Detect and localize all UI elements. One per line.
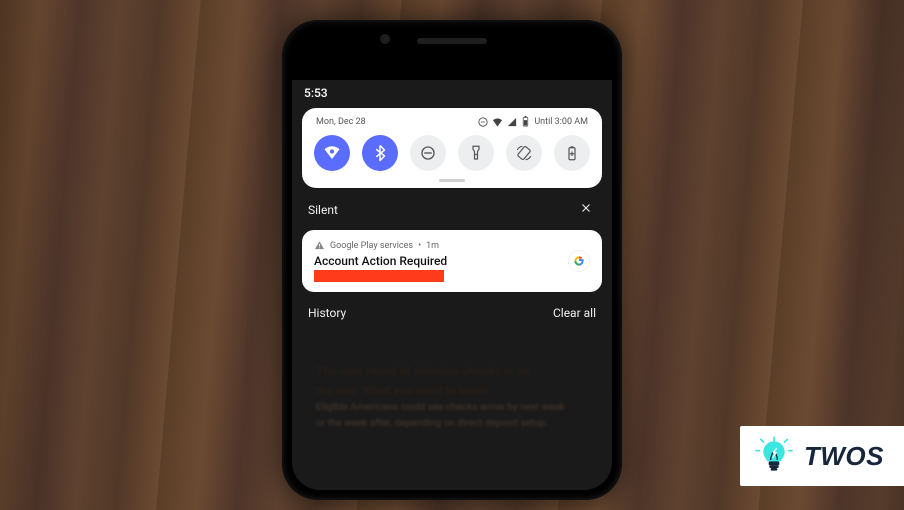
history-label[interactable]: History <box>308 306 346 320</box>
qs-tile-wifi[interactable] <box>314 135 350 171</box>
qs-tile-dnd[interactable] <box>410 135 446 171</box>
qs-date: Mon, Dec 28 <box>316 117 366 127</box>
notification-app-name: Google Play services <box>330 241 413 251</box>
dnd-indicator-icon <box>478 117 488 127</box>
close-icon <box>580 202 592 214</box>
flashlight-icon <box>467 144 485 162</box>
qs-status-icons: Until 3:00 AM <box>478 116 588 127</box>
notification-title: Account Action Required <box>314 254 558 268</box>
phone-camera <box>380 34 390 44</box>
battery-status-icon <box>521 116 530 127</box>
quick-settings-panel[interactable]: Mon, Dec 28 Until 3:00 AM <box>302 108 602 188</box>
qs-dnd-until: Until 3:00 AM <box>534 117 588 127</box>
blurred-line-2: the way. What you need to know. <box>316 381 588 400</box>
phone-body: 5:53 Mon, Dec 28 Until 3:00 AM <box>292 30 612 490</box>
qs-tile-battery-saver[interactable] <box>554 135 590 171</box>
auto-rotate-icon <box>515 144 533 162</box>
battery-saver-icon <box>563 144 581 162</box>
lightbulb-icon <box>754 436 794 476</box>
notification-redacted-body <box>314 270 444 282</box>
signal-status-icon <box>507 117 517 127</box>
blurred-line-1: The next round of stimulus checks is on <box>316 362 588 381</box>
warning-icon <box>314 240 325 251</box>
quick-settings-header: Mon, Dec 28 Until 3:00 AM <box>312 116 592 133</box>
blurred-line-3: Eligible Americans could see checks arri… <box>316 400 588 416</box>
phone-speaker <box>417 38 487 44</box>
notification-header: Google Play services • 1m <box>314 240 558 251</box>
blurred-line-4: or the week after, depending on direct d… <box>316 416 588 432</box>
clear-all-button[interactable]: Clear all <box>553 306 596 320</box>
notification-age: 1m <box>426 241 439 251</box>
wifi-status-icon <box>492 117 503 127</box>
watermark-badge: TWOS <box>740 426 904 486</box>
wifi-icon <box>323 144 341 162</box>
quick-settings-tiles <box>312 133 592 173</box>
qs-tile-flashlight[interactable] <box>458 135 494 171</box>
bluetooth-icon <box>371 144 389 162</box>
blurred-background-content: The next round of stimulus checks is on … <box>306 352 598 442</box>
status-bar: 5:53 <box>292 80 612 104</box>
do-not-disturb-icon <box>419 144 437 162</box>
qs-tile-bluetooth[interactable] <box>362 135 398 171</box>
silent-section-header: Silent <box>292 192 612 228</box>
phone-frame: 5:53 Mon, Dec 28 Until 3:00 AM <box>282 20 622 500</box>
silent-dismiss-button[interactable] <box>576 200 596 220</box>
notification-content: Google Play services • 1m Account Action… <box>314 240 558 282</box>
notification-card[interactable]: Google Play services • 1m Account Action… <box>302 230 602 292</box>
qs-drag-handle[interactable] <box>439 179 465 182</box>
silent-label: Silent <box>308 203 338 217</box>
google-logo-icon <box>568 250 590 272</box>
notification-separator: • <box>418 241 421 251</box>
phone-screen: 5:53 Mon, Dec 28 Until 3:00 AM <box>292 80 612 490</box>
qs-tile-rotate[interactable] <box>506 135 542 171</box>
history-section-header: History Clear all <box>292 294 612 326</box>
status-time: 5:53 <box>304 86 328 100</box>
watermark-text: TWOS <box>804 441 884 472</box>
wood-background: 5:53 Mon, Dec 28 Until 3:00 AM <box>0 0 904 510</box>
